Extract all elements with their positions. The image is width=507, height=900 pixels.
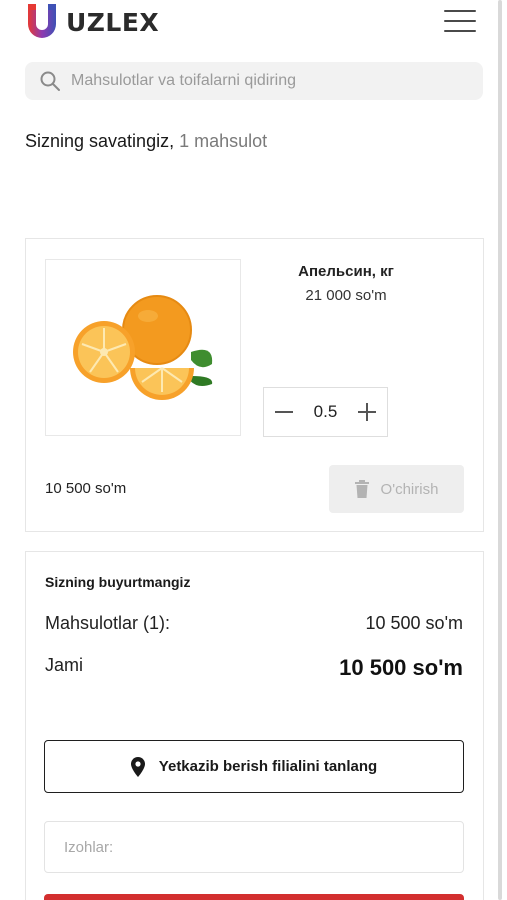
search-input[interactable]: [71, 72, 451, 90]
increase-quantity-button[interactable]: [353, 398, 381, 426]
product-image[interactable]: [45, 259, 241, 436]
product-unit-price: 21 000 so'm: [305, 287, 387, 304]
logo[interactable]: UZLEX: [24, 2, 159, 42]
select-branch-label: Yetkazib berish filialini tanlang: [158, 758, 378, 775]
brand-name: UZLEX: [66, 7, 160, 37]
products-label: Mahsulotlar (1):: [45, 613, 171, 633]
cart-item-count: 1 mahsulot: [179, 131, 268, 151]
checkout-button[interactable]: [44, 894, 464, 900]
orange-fruit-image: [73, 295, 213, 400]
total-value: 10 500 so'm: [339, 655, 463, 680]
quantity-value[interactable]: 0.5: [314, 402, 338, 422]
minus-icon: [275, 411, 293, 413]
scrollbar[interactable]: [498, 0, 502, 900]
cart-item-card: Апельсин, кг 21 000 so'm 0.5 10 500 so'm…: [25, 238, 484, 532]
select-branch-button[interactable]: Yetkazib berish filialini tanlang: [44, 740, 464, 793]
header: UZLEX: [0, 0, 507, 50]
search-icon[interactable]: [39, 70, 61, 92]
cart-title-label: Sizning savatingiz,: [25, 131, 175, 151]
hamburger-menu-icon[interactable]: [444, 10, 476, 36]
notes-input[interactable]: [44, 821, 464, 873]
delete-button[interactable]: O'chirish: [329, 465, 464, 513]
summary-title: Sizning buyurtmangiz: [45, 574, 191, 590]
decrease-quantity-button[interactable]: [270, 398, 298, 426]
magnet-u-logo-icon: [28, 4, 56, 38]
search-bar: [25, 62, 483, 100]
cart-title: Sizning savatingiz, 1 mahsulot: [25, 131, 267, 152]
total-label: Jami: [45, 655, 84, 675]
trash-icon: [354, 480, 369, 498]
location-pin-icon: [130, 756, 145, 777]
plus-icon: [357, 403, 376, 421]
line-total: 10 500 so'm: [45, 480, 127, 497]
delete-button-label: O'chirish: [380, 480, 439, 498]
quantity-stepper: 0.5: [263, 387, 388, 437]
product-name[interactable]: Апельсин, кг: [266, 263, 426, 280]
products-value: 10 500 so'm: [365, 613, 464, 633]
order-summary: Sizning buyurtmangiz Mahsulotlar (1): 10…: [25, 551, 484, 900]
